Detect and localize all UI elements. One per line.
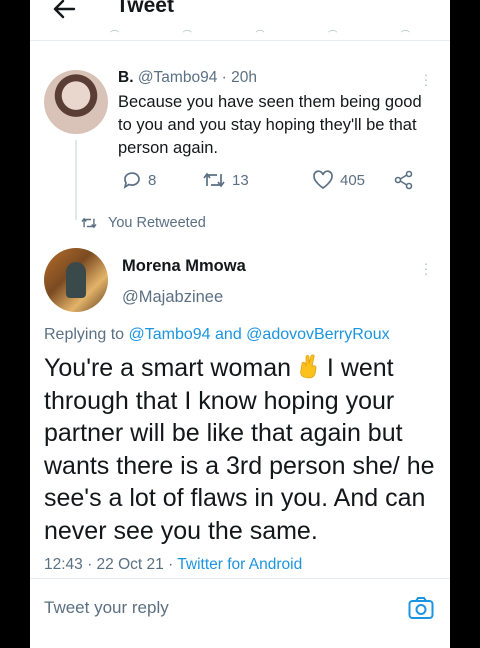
tweet-screen: Tweet ⌒ ⌒ ⌒ ⌒ ⌒ B. @Tambo94 · 20h Because yo… xyxy=(30,0,450,648)
author-name[interactable]: B. xyxy=(118,69,134,86)
back-arrow-icon[interactable] xyxy=(52,0,76,20)
reply-count: 8 xyxy=(148,171,157,189)
replying-to: Replying to @Tambo94 and @adovovBerryRou… xyxy=(44,326,390,344)
separator: · xyxy=(221,69,227,86)
tweet-text-part: You're a smart woman xyxy=(44,354,292,382)
reply-button[interactable]: 8 xyxy=(122,170,156,190)
tweet-age: 20h xyxy=(231,69,257,86)
retweet-count: 13 xyxy=(232,171,249,189)
avatar[interactable] xyxy=(44,70,108,134)
clipped-action-row: ⌒ ⌒ ⌒ ⌒ ⌒ xyxy=(110,30,410,40)
author-name[interactable]: Morena Mmowa xyxy=(122,257,246,276)
reply-composer[interactable]: Tweet your reply xyxy=(30,580,450,648)
reply-input[interactable]: Tweet your reply xyxy=(44,598,169,618)
tweet-actions: 8 13 405 xyxy=(122,170,422,192)
crossed-fingers-emoji-icon xyxy=(300,354,317,379)
divider xyxy=(30,40,450,41)
tweet-header: B. @Tambo94 · 20h xyxy=(118,68,438,88)
thread-connector xyxy=(75,140,77,220)
previous-tweet[interactable]: B. @Tambo94 · 20h Because you have seen … xyxy=(118,68,438,160)
retweet-icon xyxy=(81,217,97,229)
retweet-button[interactable]: 13 xyxy=(202,170,249,190)
mention-link[interactable]: @adovovBerryRoux xyxy=(246,326,389,343)
retweet-icon xyxy=(203,172,225,188)
share-button[interactable] xyxy=(394,170,414,190)
more-options-icon[interactable]: · · · xyxy=(423,67,429,91)
camera-icon[interactable] xyxy=(408,596,434,620)
page-title: Tweet xyxy=(116,0,174,17)
tweet-text: Because you have seen them being good to… xyxy=(118,93,422,157)
mention-link[interactable]: @Tambo94 xyxy=(129,326,211,343)
tweet-meta: 12:43 · 22 Oct 21 · Twitter for Android xyxy=(44,556,302,574)
tweet-text-part: I went through that I know hoping your p… xyxy=(44,354,435,545)
author-handle[interactable]: @Majabzinee xyxy=(122,288,223,307)
reply-icon xyxy=(123,172,140,189)
heart-icon xyxy=(313,170,333,190)
avatar[interactable] xyxy=(44,248,108,312)
divider xyxy=(30,578,450,579)
more-options-icon[interactable]: · · · xyxy=(423,256,429,280)
share-icon xyxy=(394,170,413,190)
tweet-timestamp: 12:43 · 22 Oct 21 · xyxy=(44,556,174,573)
mention-and[interactable]: and xyxy=(215,326,242,343)
author-handle[interactable]: @Tambo94 xyxy=(138,69,218,86)
like-button[interactable]: 405 xyxy=(312,170,365,190)
top-app-bar: Tweet xyxy=(30,0,450,28)
retweet-notice-label: You Retweeted xyxy=(108,215,206,231)
tweet-source-link[interactable]: Twitter for Android xyxy=(177,556,302,573)
retweet-notice: You Retweeted xyxy=(80,215,206,231)
tweet-text: You're a smart woman I went through that… xyxy=(44,352,440,547)
replying-prefix: Replying to xyxy=(44,326,125,343)
like-count: 405 xyxy=(340,171,366,189)
